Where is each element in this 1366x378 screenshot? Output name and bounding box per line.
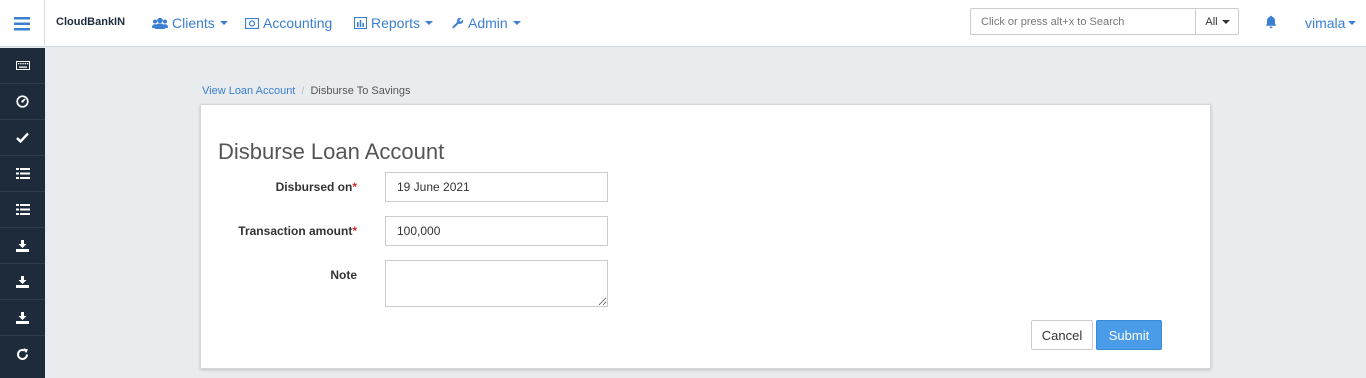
transaction-amount-label: Transaction amount* <box>238 224 357 238</box>
disbursed-on-field[interactable] <box>385 172 608 202</box>
money-icon <box>245 17 259 29</box>
nav-accounting-label: Accounting <box>263 15 333 31</box>
chevron-down-icon <box>219 21 228 25</box>
sidebar-item-list[interactable] <box>0 192 45 228</box>
search-input[interactable] <box>971 9 1195 34</box>
nav-reports[interactable]: Reports <box>354 15 434 31</box>
bar-chart-icon <box>354 17 367 29</box>
transaction-amount-field[interactable] <box>385 216 608 246</box>
breadcrumb-view-loan-account[interactable]: View Loan Account <box>202 85 295 97</box>
note-label-text: Note <box>330 268 357 282</box>
notifications-button[interactable] <box>1265 15 1277 34</box>
breadcrumb-separator: / <box>301 85 305 97</box>
required-marker: * <box>352 180 357 194</box>
disbursed-on-label: Disbursed on* <box>276 180 357 194</box>
download-icon <box>16 275 29 288</box>
search-scope-label: All <box>1205 15 1218 28</box>
submit-button[interactable]: Submit <box>1096 320 1162 350</box>
chevron-down-icon <box>512 21 521 25</box>
breadcrumb-current: Disburse To Savings <box>310 85 411 97</box>
download-icon <box>16 311 29 324</box>
refresh-icon <box>17 347 28 360</box>
sidebar-item-download[interactable] <box>0 228 45 264</box>
brand-logo[interactable]: CloudBankIN <box>56 16 125 28</box>
disbursed-on-label-text: Disbursed on <box>275 180 353 194</box>
hamburger-menu-button[interactable] <box>0 0 45 47</box>
chevron-down-icon <box>1348 21 1357 25</box>
top-navbar: CloudBankIN Clients Accounting Reports A… <box>0 0 1366 47</box>
transaction-amount-label-text: Transaction amount <box>238 224 353 238</box>
nav-clients[interactable]: Clients <box>152 15 228 31</box>
sidebar-item-dashboard[interactable] <box>0 84 45 120</box>
user-menu[interactable]: vimala <box>1305 15 1357 31</box>
global-search: All <box>970 8 1239 35</box>
disburse-form-card: Disburse Loan Account Disbursed on* Tran… <box>200 104 1211 369</box>
page-title: Disburse Loan Account <box>218 139 445 164</box>
sidebar-item-keyboard[interactable] <box>0 48 45 84</box>
keyboard-icon <box>15 61 30 70</box>
cancel-button[interactable]: Cancel <box>1031 320 1093 350</box>
chevron-down-icon <box>1221 19 1230 24</box>
check-icon <box>16 132 29 143</box>
download-icon <box>16 239 29 252</box>
nav-admin-label: Admin <box>468 15 508 31</box>
nav-admin[interactable]: Admin <box>452 15 521 31</box>
list-icon <box>15 204 30 215</box>
sidebar-item-download[interactable] <box>0 300 45 336</box>
sidebar-item-list[interactable] <box>0 156 45 192</box>
list-icon <box>15 168 30 179</box>
required-marker: * <box>352 224 357 238</box>
bell-icon <box>1265 15 1277 29</box>
hamburger-icon <box>14 16 30 30</box>
wrench-icon <box>452 17 464 29</box>
nav-reports-label: Reports <box>371 15 421 31</box>
search-scope-dropdown[interactable]: All <box>1195 9 1239 34</box>
nav-accounting[interactable]: Accounting <box>245 15 332 31</box>
user-name: vimala <box>1305 15 1346 31</box>
dashboard-icon <box>16 95 29 108</box>
sidebar-item-download[interactable] <box>0 264 45 300</box>
sidebar-item-refresh[interactable] <box>0 336 45 372</box>
users-icon <box>152 17 168 29</box>
note-label: Note <box>330 268 357 282</box>
nav-clients-label: Clients <box>172 15 215 31</box>
note-field[interactable] <box>385 260 608 307</box>
sidebar <box>0 48 45 378</box>
sidebar-item-checker[interactable] <box>0 120 45 156</box>
chevron-down-icon <box>425 21 434 25</box>
breadcrumb: View Loan Account / Disburse To Savings <box>202 85 411 97</box>
